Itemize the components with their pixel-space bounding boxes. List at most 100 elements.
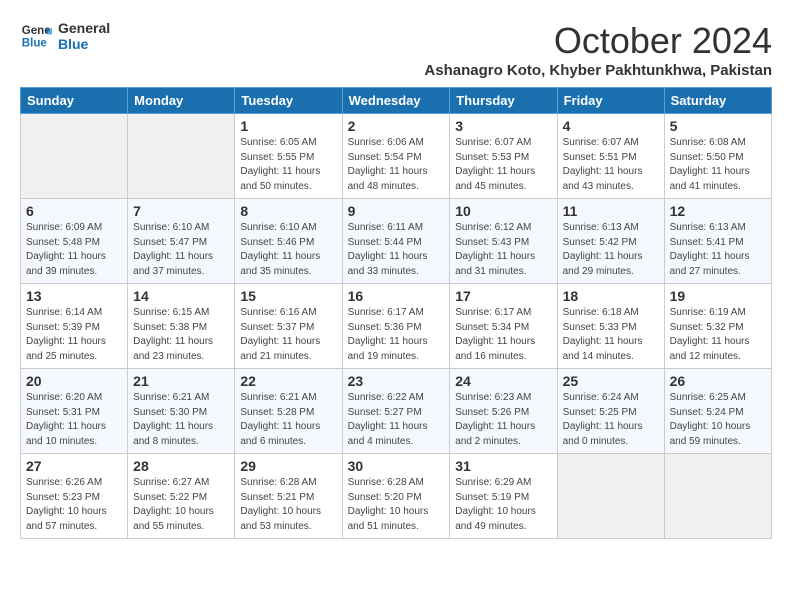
calendar-cell: 19 Sunrise: 6:19 AM Sunset: 5:32 PM Dayli… [664,284,771,369]
day-number: 23 [348,373,445,389]
day-info: Sunrise: 6:08 AM Sunset: 5:50 PM Dayligh… [670,136,766,194]
day-info: Sunrise: 6:12 AM Sunset: 5:43 PM Dayligh… [455,221,551,279]
day-number: 8 [240,203,336,219]
day-number: 31 [455,458,551,474]
day-number: 15 [240,288,336,304]
calendar-cell: 25 Sunrise: 6:24 AM Sunset: 5:25 PM Dayli… [557,369,664,454]
day-number: 26 [670,373,766,389]
day-info: Sunrise: 6:19 AM Sunset: 5:32 PM Dayligh… [670,306,766,364]
day-number: 19 [670,288,766,304]
logo-icon: General Blue [20,20,52,52]
calendar-cell: 28 Sunrise: 6:27 AM Sunset: 5:22 PM Dayli… [128,454,235,539]
day-info: Sunrise: 6:05 AM Sunset: 5:55 PM Dayligh… [240,136,336,194]
day-number: 29 [240,458,336,474]
day-number: 25 [563,373,659,389]
column-header-wednesday: Wednesday [342,88,450,114]
logo-blue: Blue [58,36,110,52]
calendar-cell: 23 Sunrise: 6:22 AM Sunset: 5:27 PM Dayli… [342,369,450,454]
calendar-cell: 7 Sunrise: 6:10 AM Sunset: 5:47 PM Daylig… [128,199,235,284]
calendar-week-row: 1 Sunrise: 6:05 AM Sunset: 5:55 PM Daylig… [21,114,772,199]
day-number: 4 [563,118,659,134]
svg-text:Blue: Blue [22,38,48,50]
calendar-cell [128,114,235,199]
calendar-cell: 11Sunrise: 6:13 AM Sunset: 5:42 PM Dayli… [557,199,664,284]
calendar-cell: 20Sunrise: 6:20 AM Sunset: 5:31 PM Dayli… [21,369,128,454]
day-number: 21 [133,373,229,389]
day-info: Sunrise: 6:29 AM Sunset: 5:19 PM Dayligh… [455,476,551,534]
day-number: 28 [133,458,229,474]
month-year-title: October 2024 [424,20,772,62]
day-info: Sunrise: 6:27 AM Sunset: 5:22 PM Dayligh… [133,476,229,534]
day-number: 18 [563,288,659,304]
day-info: Sunrise: 6:24 AM Sunset: 5:25 PM Dayligh… [563,391,659,449]
column-header-tuesday: Tuesday [235,88,342,114]
day-info: Sunrise: 6:21 AM Sunset: 5:30 PM Dayligh… [133,391,229,449]
day-info: Sunrise: 6:28 AM Sunset: 5:21 PM Dayligh… [240,476,336,534]
calendar-cell: 24 Sunrise: 6:23 AM Sunset: 5:26 PM Dayli… [450,369,557,454]
day-info: Sunrise: 6:11 AM Sunset: 5:44 PM Dayligh… [348,221,445,279]
calendar-cell [21,114,128,199]
day-info: Sunrise: 6:09 AM Sunset: 5:48 PM Dayligh… [26,221,122,279]
calendar-cell: 26 Sunrise: 6:25 AM Sunset: 5:24 PM Dayli… [664,369,771,454]
day-number: 27 [26,458,122,474]
day-info: Sunrise: 6:26 AM Sunset: 5:23 PM Dayligh… [26,476,122,534]
calendar-cell: 15 Sunrise: 6:16 AM Sunset: 5:37 PM Dayli… [235,284,342,369]
day-number: 14 [133,288,229,304]
day-number: 1 [240,118,336,134]
day-number: 22 [240,373,336,389]
day-number: 7 [133,203,229,219]
day-info: Sunrise: 6:23 AM Sunset: 5:26 PM Dayligh… [455,391,551,449]
logo-general: General [58,20,110,36]
day-number: 3 [455,118,551,134]
calendar-week-row: 13 Sunrise: 6:14 AM Sunset: 5:39 PM Dayli… [21,284,772,369]
day-number: 13 [26,288,122,304]
calendar-cell: 5Sunrise: 6:08 AM Sunset: 5:50 PM Daylig… [664,114,771,199]
calendar-cell: 29 Sunrise: 6:28 AM Sunset: 5:21 PM Dayli… [235,454,342,539]
calendar-cell: 18Sunrise: 6:18 AM Sunset: 5:33 PM Dayli… [557,284,664,369]
day-info: Sunrise: 6:10 AM Sunset: 5:46 PM Dayligh… [240,221,336,279]
day-info: Sunrise: 6:13 AM Sunset: 5:41 PM Dayligh… [670,221,766,279]
day-info: Sunrise: 6:16 AM Sunset: 5:37 PM Dayligh… [240,306,336,364]
calendar-cell: 31 Sunrise: 6:29 AM Sunset: 5:19 PM Dayli… [450,454,557,539]
day-info: Sunrise: 6:14 AM Sunset: 5:39 PM Dayligh… [26,306,122,364]
column-header-saturday: Saturday [664,88,771,114]
calendar-cell: 27 Sunrise: 6:26 AM Sunset: 5:23 PM Dayli… [21,454,128,539]
day-number: 2 [348,118,445,134]
day-info: Sunrise: 6:17 AM Sunset: 5:34 PM Dayligh… [455,306,551,364]
day-number: 16 [348,288,445,304]
day-number: 12 [670,203,766,219]
day-number: 10 [455,203,551,219]
day-info: Sunrise: 6:22 AM Sunset: 5:27 PM Dayligh… [348,391,445,449]
calendar-cell: 16Sunrise: 6:17 AM Sunset: 5:36 PM Dayli… [342,284,450,369]
calendar-cell: 8 Sunrise: 6:10 AM Sunset: 5:46 PM Daylig… [235,199,342,284]
calendar-cell: 13 Sunrise: 6:14 AM Sunset: 5:39 PM Dayli… [21,284,128,369]
calendar-cell: 1 Sunrise: 6:05 AM Sunset: 5:55 PM Daylig… [235,114,342,199]
column-header-monday: Monday [128,88,235,114]
page-header: General Blue General Blue October 2024 A… [20,20,772,79]
day-number: 6 [26,203,122,219]
calendar-week-row: 27 Sunrise: 6:26 AM Sunset: 5:23 PM Dayli… [21,454,772,539]
calendar-cell [557,454,664,539]
column-header-thursday: Thursday [450,88,557,114]
day-info: Sunrise: 6:10 AM Sunset: 5:47 PM Dayligh… [133,221,229,279]
logo: General Blue General Blue [20,20,110,52]
day-number: 24 [455,373,551,389]
day-info: Sunrise: 6:07 AM Sunset: 5:53 PM Dayligh… [455,136,551,194]
calendar-cell: 2Sunrise: 6:06 AM Sunset: 5:54 PM Daylig… [342,114,450,199]
calendar-cell: 17 Sunrise: 6:17 AM Sunset: 5:34 PM Dayli… [450,284,557,369]
day-info: Sunrise: 6:25 AM Sunset: 5:24 PM Dayligh… [670,391,766,449]
calendar-table: SundayMondayTuesdayWednesdayThursdayFrid… [20,87,772,539]
calendar-cell: 21 Sunrise: 6:21 AM Sunset: 5:30 PM Dayli… [128,369,235,454]
day-number: 20 [26,373,122,389]
calendar-cell: 10 Sunrise: 6:12 AM Sunset: 5:43 PM Dayli… [450,199,557,284]
calendar-week-row: 20Sunrise: 6:20 AM Sunset: 5:31 PM Dayli… [21,369,772,454]
column-header-sunday: Sunday [21,88,128,114]
day-number: 9 [348,203,445,219]
calendar-cell: 9 Sunrise: 6:11 AM Sunset: 5:44 PM Daylig… [342,199,450,284]
day-info: Sunrise: 6:15 AM Sunset: 5:38 PM Dayligh… [133,306,229,364]
calendar-cell: 12 Sunrise: 6:13 AM Sunset: 5:41 PM Dayli… [664,199,771,284]
day-info: Sunrise: 6:07 AM Sunset: 5:51 PM Dayligh… [563,136,659,194]
day-number: 30 [348,458,445,474]
day-info: Sunrise: 6:28 AM Sunset: 5:20 PM Dayligh… [348,476,445,534]
day-number: 17 [455,288,551,304]
